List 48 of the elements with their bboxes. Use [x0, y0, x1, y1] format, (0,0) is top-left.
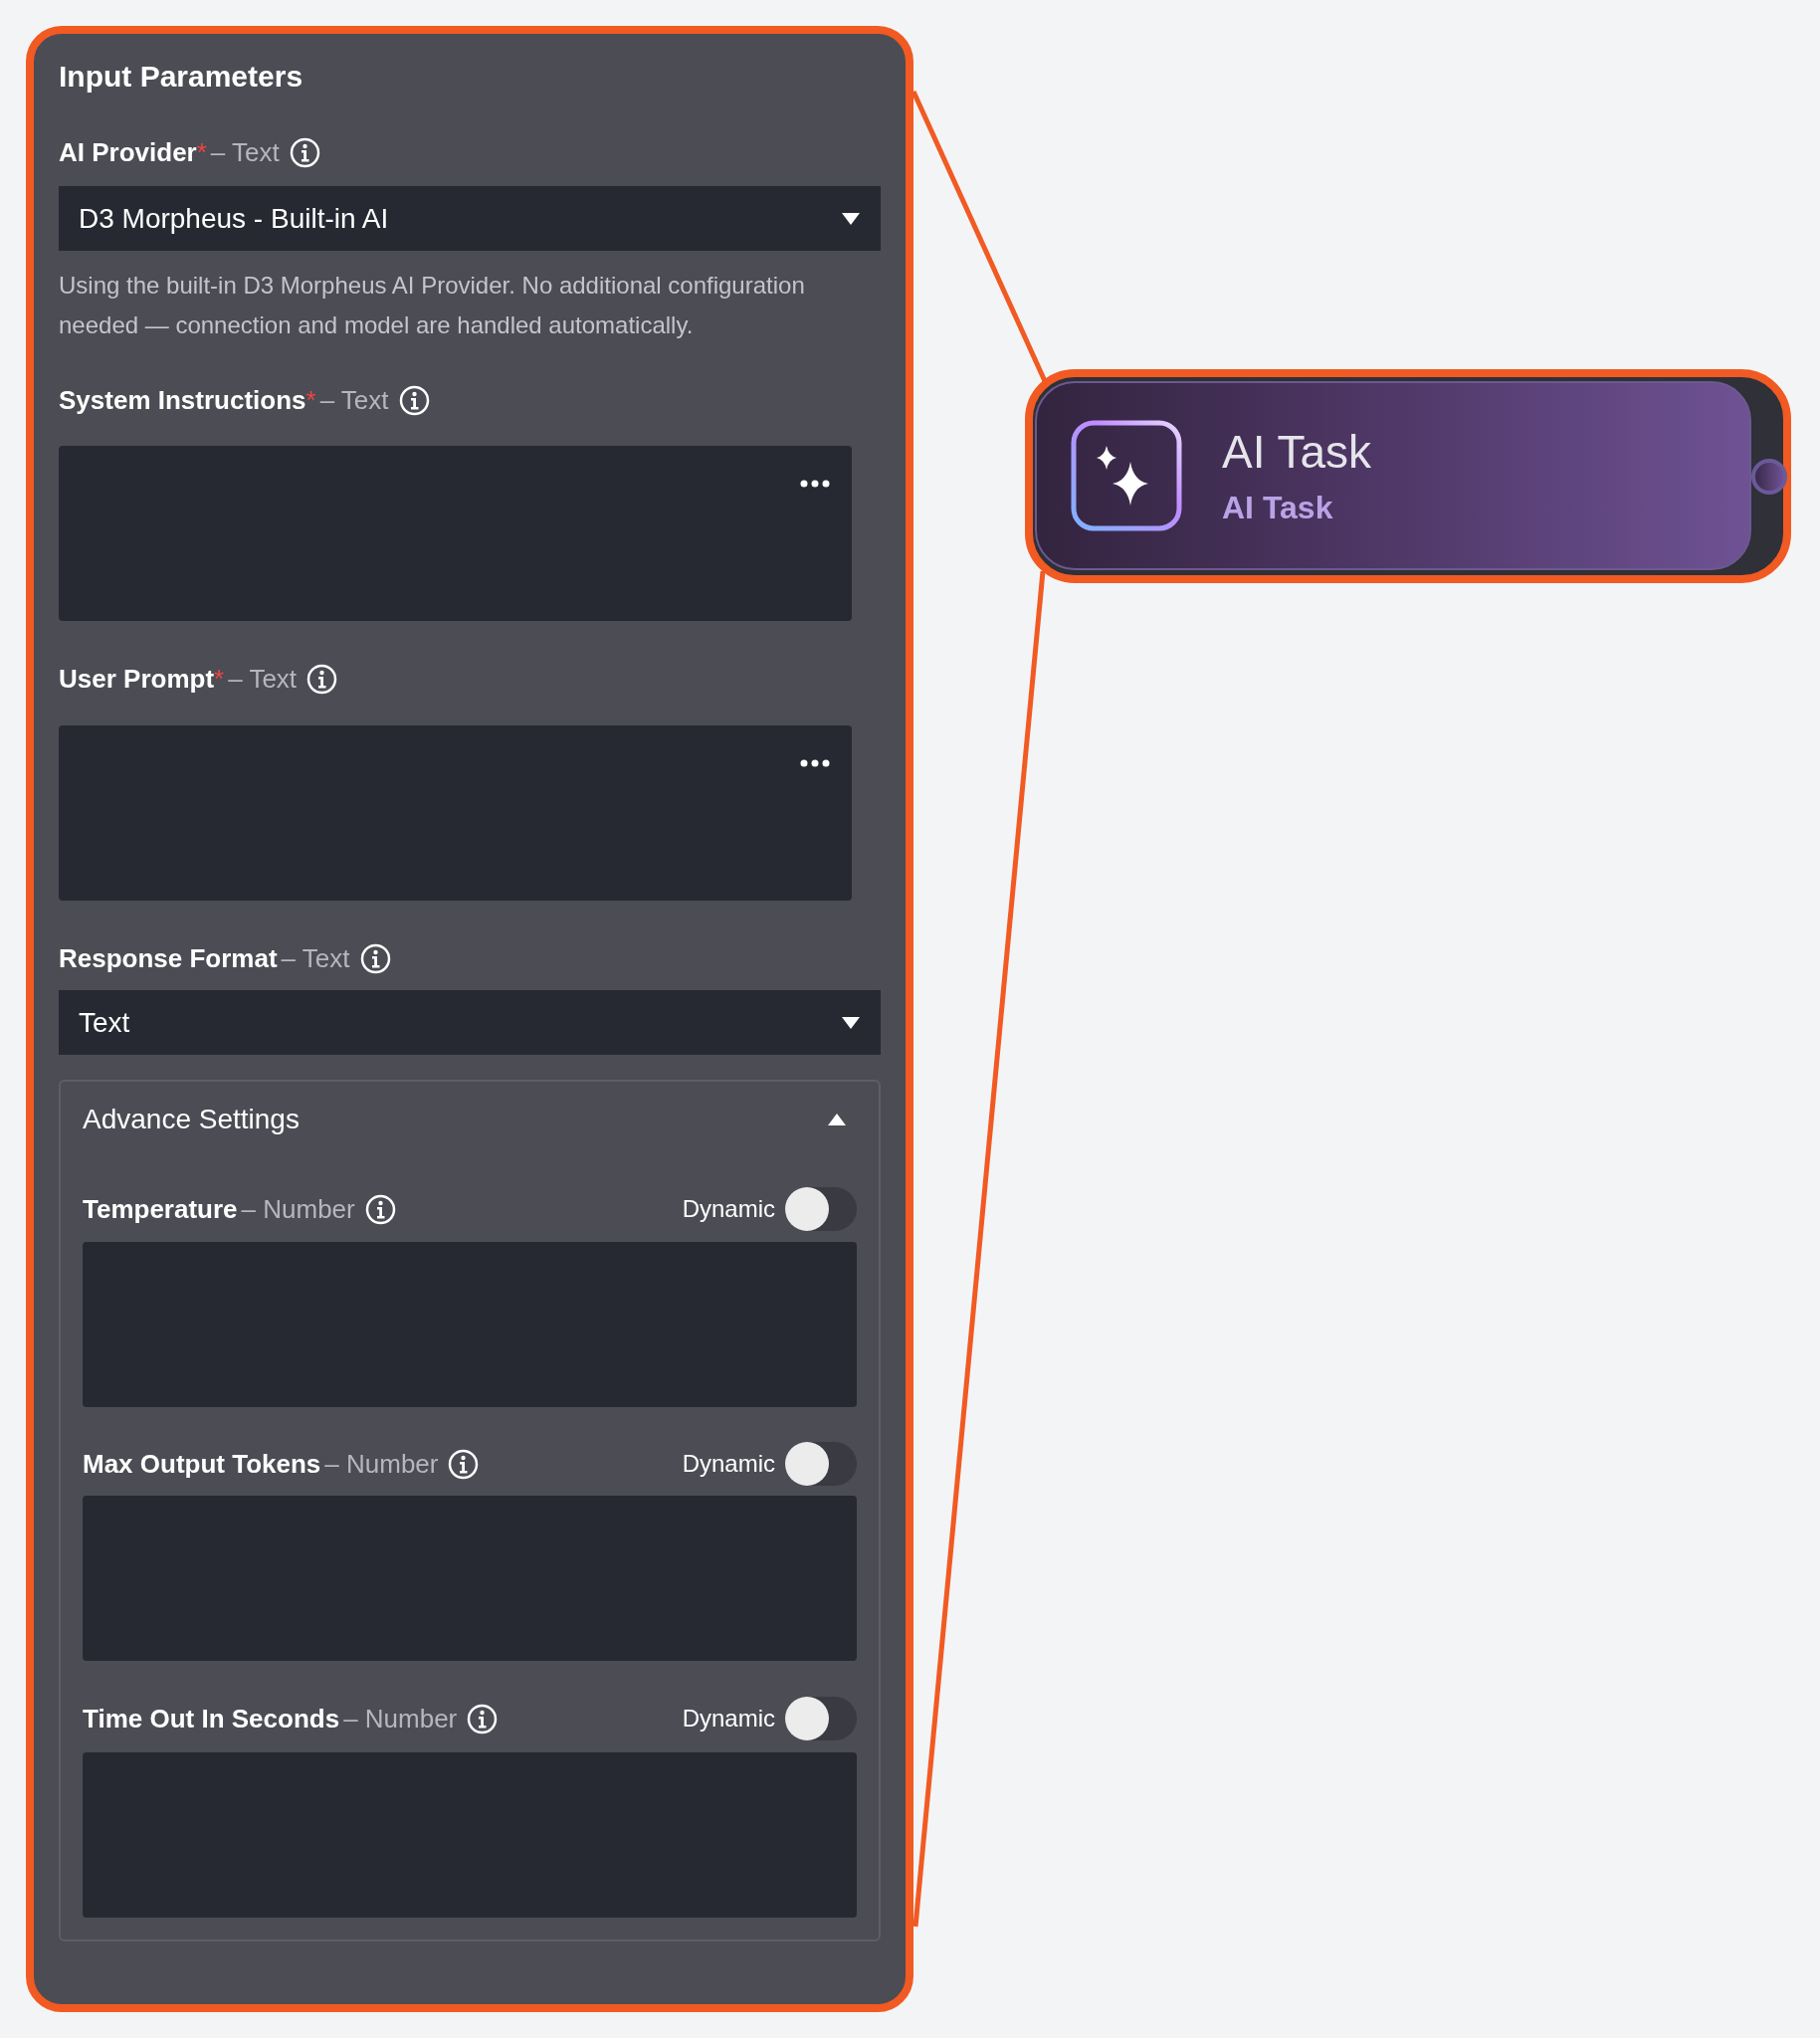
field-type: – Text — [210, 135, 280, 169]
field-type: – Text — [228, 662, 298, 696]
toggle-label: Dynamic — [682, 1194, 775, 1224]
input-field[interactable] — [83, 1496, 857, 1661]
caret-icon — [841, 1015, 861, 1030]
field-label: Time Out In Seconds — [83, 1702, 340, 1735]
toggle-switch[interactable] — [785, 1187, 857, 1231]
field-label: User Prompt — [59, 662, 215, 696]
info-icon[interactable] — [448, 1448, 480, 1480]
info-icon[interactable] — [364, 1193, 396, 1225]
field-type: – Number — [241, 1192, 355, 1226]
info-icon[interactable] — [467, 1703, 499, 1734]
field-label: AI Provider — [59, 135, 197, 169]
toggle-switch[interactable] — [785, 1697, 857, 1740]
field-label: Max Output Tokens — [83, 1447, 321, 1481]
dropdown[interactable]: Text — [59, 990, 881, 1055]
section-header[interactable]: Advance Settings — [83, 1099, 300, 1140]
field-type: – Text — [319, 383, 389, 417]
info-icon[interactable] — [289, 136, 320, 168]
more-icon[interactable] — [800, 480, 830, 488]
toggle-label: Dynamic — [682, 1449, 775, 1479]
caret-icon — [841, 211, 861, 226]
node-title: AI Task — [1222, 425, 1371, 480]
input-field[interactable] — [83, 1752, 857, 1918]
toggle-switch[interactable] — [785, 1442, 857, 1486]
toggle-label: Dynamic — [682, 1704, 775, 1733]
panel-title: Input Parameters — [59, 59, 304, 95]
info-icon[interactable] — [306, 663, 338, 695]
dropdown[interactable]: D3 Morpheus - Built-in AI — [59, 186, 881, 251]
more-icon[interactable] — [800, 759, 830, 767]
node-subtitle: AI Task — [1222, 489, 1334, 527]
field-type: – Number — [343, 1702, 458, 1735]
info-icon[interactable] — [359, 942, 391, 974]
task-node[interactable]: AI Task AI Task — [1025, 369, 1791, 583]
sparkle-icon — [1071, 420, 1182, 531]
help-text: Using the built-in D3 Morpheus AI Provider. No additional configuration needed — connection and model are handled automatically. — [59, 271, 806, 340]
field-type: – Text — [281, 941, 350, 975]
field-type: – Number — [324, 1447, 439, 1481]
collapse-icon[interactable] — [827, 1113, 847, 1126]
field-label: Temperature — [83, 1192, 238, 1226]
input-field[interactable] — [83, 1242, 857, 1407]
field-label: Response Format — [59, 941, 278, 975]
required-mark: * — [214, 662, 225, 696]
info-icon[interactable] — [398, 384, 430, 416]
field-label: System Instructions — [59, 383, 306, 417]
required-mark: * — [196, 135, 207, 169]
connection-handle[interactable] — [1751, 459, 1787, 495]
required-mark: * — [305, 383, 316, 417]
